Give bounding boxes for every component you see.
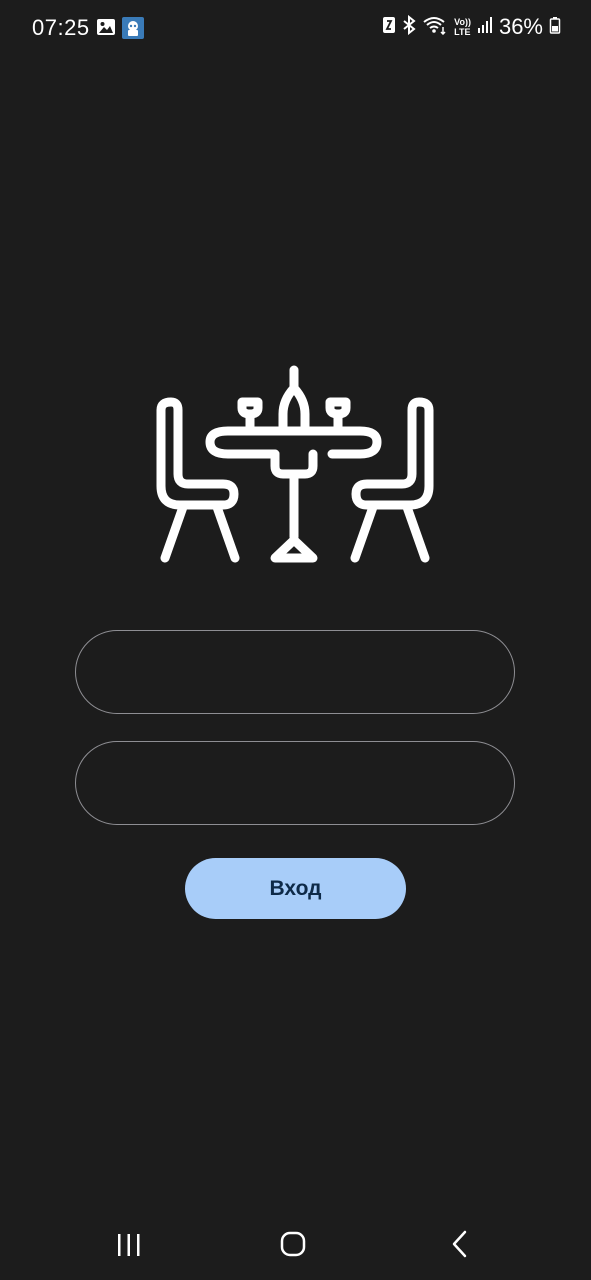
battery-percent: 36% <box>498 14 543 39</box>
battery-icon <box>549 15 561 40</box>
restaurant-table-icon <box>150 362 440 568</box>
status-bar: 07:25 Vo)) LTE 36% <box>0 0 591 56</box>
status-right-icons: Vo)) LTE 36% <box>382 14 561 40</box>
back-icon[interactable] <box>448 1230 472 1263</box>
password-input[interactable] <box>75 741 515 825</box>
home-icon[interactable] <box>279 1230 307 1263</box>
gallery-icon <box>96 17 116 44</box>
status-time: 07:25 <box>32 15 90 40</box>
bluetooth-icon <box>402 14 416 40</box>
volte-icon: Vo)) LTE <box>454 17 471 37</box>
navigation-bar <box>0 1210 591 1280</box>
status-left-icons <box>96 17 144 44</box>
app-notification-icon <box>122 17 144 44</box>
login-input[interactable] <box>75 630 515 714</box>
volte-label-top: Vo)) <box>454 17 471 27</box>
signal-icon <box>477 15 493 40</box>
login-button[interactable]: Вход <box>185 858 406 919</box>
recent-apps-icon[interactable] <box>115 1232 143 1263</box>
nfc-icon <box>382 15 396 40</box>
wifi-icon <box>422 15 448 40</box>
volte-label-bottom: LTE <box>454 27 471 37</box>
